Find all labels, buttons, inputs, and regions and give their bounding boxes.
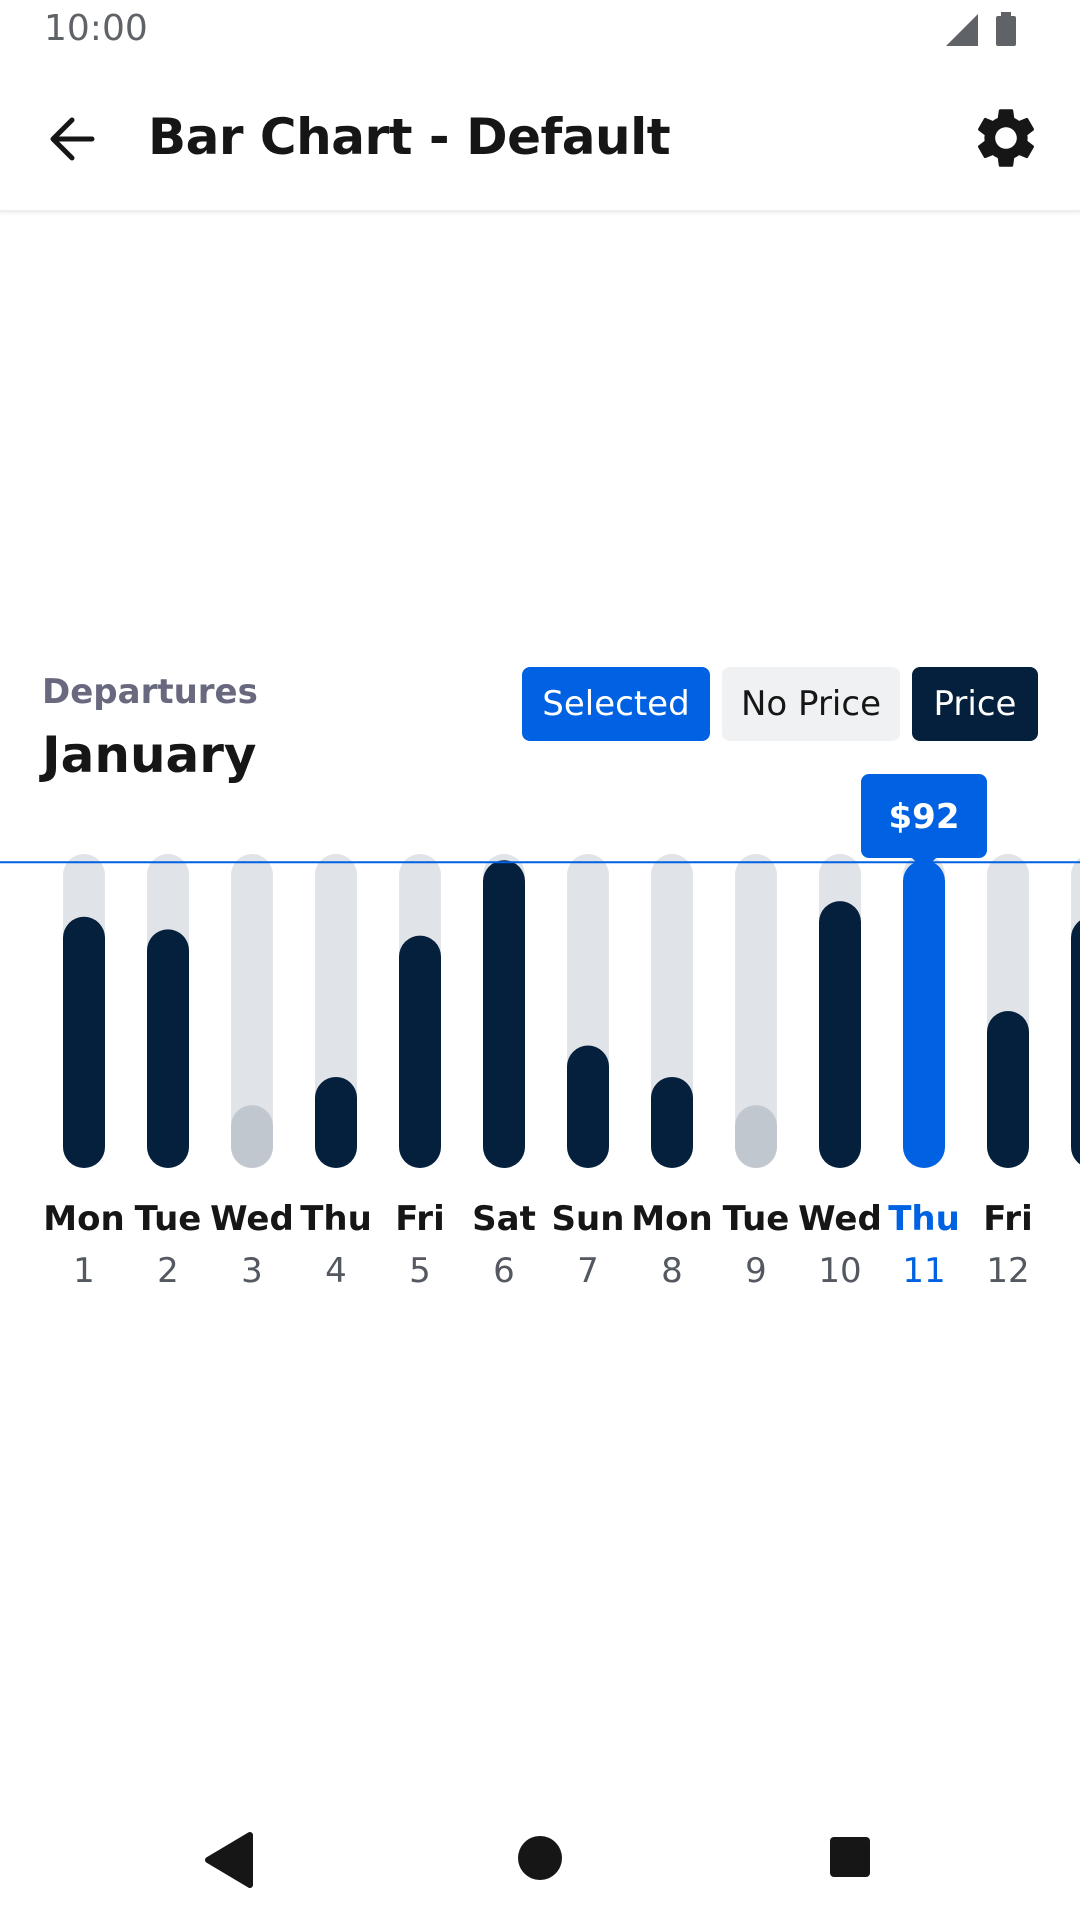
date-label: 9 (745, 1251, 767, 1291)
bar-wed-3[interactable] (231, 1105, 273, 1168)
day-label: Fri (983, 1199, 1032, 1239)
bar-mon-1[interactable] (63, 917, 105, 1168)
legend-no-price: No Price (722, 667, 900, 741)
bar-sun-7[interactable] (567, 1046, 609, 1168)
signal-icon (946, 14, 978, 46)
date-label: 8 (661, 1251, 683, 1291)
bar-fri-12[interactable] (987, 1011, 1029, 1168)
date-label: 12 (986, 1251, 1029, 1291)
date-label: 10 (818, 1251, 861, 1291)
bar-wed-10[interactable] (819, 901, 861, 1168)
date-label: 5 (409, 1251, 431, 1291)
price-tooltip: $92 (861, 774, 987, 870)
status-icons (944, 12, 1044, 50)
day-label: Tue (723, 1199, 790, 1239)
arrow-back-icon (38, 104, 108, 174)
date-label: 6 (493, 1251, 515, 1291)
status-bar: 10:00 (0, 0, 1080, 62)
bar-sat-13[interactable] (1071, 917, 1080, 1168)
bar-thu-11[interactable] (903, 860, 945, 1168)
day-label: Mon (43, 1199, 124, 1239)
battery-icon (996, 16, 1016, 46)
day-label: Mon (631, 1199, 712, 1239)
day-label: Thu (300, 1199, 372, 1239)
bar-tue-9[interactable] (735, 1105, 777, 1168)
back-button[interactable] (38, 104, 108, 174)
legend-price: Price (912, 667, 1038, 741)
day-label: Fri (395, 1199, 444, 1239)
nav-back-icon[interactable] (208, 1835, 250, 1885)
app-bar: Bar Chart - Default (0, 62, 1080, 212)
nav-home-icon[interactable] (518, 1836, 562, 1880)
day-label: Sun (552, 1199, 625, 1239)
bar-chart[interactable]: Mon 1 Tue 2 Wed 3 Thu 4 Fri 5 Sat 6 Sun 7 Mon 8 Tue 9 Wed 1… (0, 760, 1080, 1320)
day-label: Wed (798, 1199, 882, 1239)
date-label: 11 (902, 1251, 945, 1291)
date-label: 1 (73, 1251, 95, 1291)
date-label: 7 (577, 1251, 599, 1291)
page-title: Bar Chart - Default (148, 108, 670, 166)
day-label: Sat (472, 1199, 536, 1239)
tooltip-price: $92 (889, 797, 960, 837)
legend-selected: Selected (522, 667, 710, 741)
bar-sat-6[interactable] (483, 860, 525, 1168)
nav-recents-icon[interactable] (830, 1837, 870, 1877)
bar-mon-8[interactable] (651, 1077, 693, 1168)
bar-thu-4[interactable] (315, 1077, 357, 1168)
bar-chart-svg: Mon 1 Tue 2 Wed 3 Thu 4 Fri 5 Sat 6 Sun 7 Mon 8 Tue 9 Wed 1… (0, 760, 1080, 1320)
gear-icon (970, 102, 1042, 174)
departures-label: Departures (42, 672, 258, 712)
day-label: Thu (888, 1199, 960, 1239)
date-label: 4 (325, 1251, 347, 1291)
day-label: Tue (135, 1199, 202, 1239)
navigation-bar (0, 1800, 1080, 1920)
settings-button[interactable] (970, 102, 1042, 174)
bar-tue-2[interactable] (147, 929, 189, 1168)
day-label: Wed (210, 1199, 294, 1239)
bar-fri-5[interactable] (399, 936, 441, 1168)
date-label: 3 (241, 1251, 263, 1291)
date-label: 2 (157, 1251, 179, 1291)
status-time: 10:00 (44, 8, 148, 49)
